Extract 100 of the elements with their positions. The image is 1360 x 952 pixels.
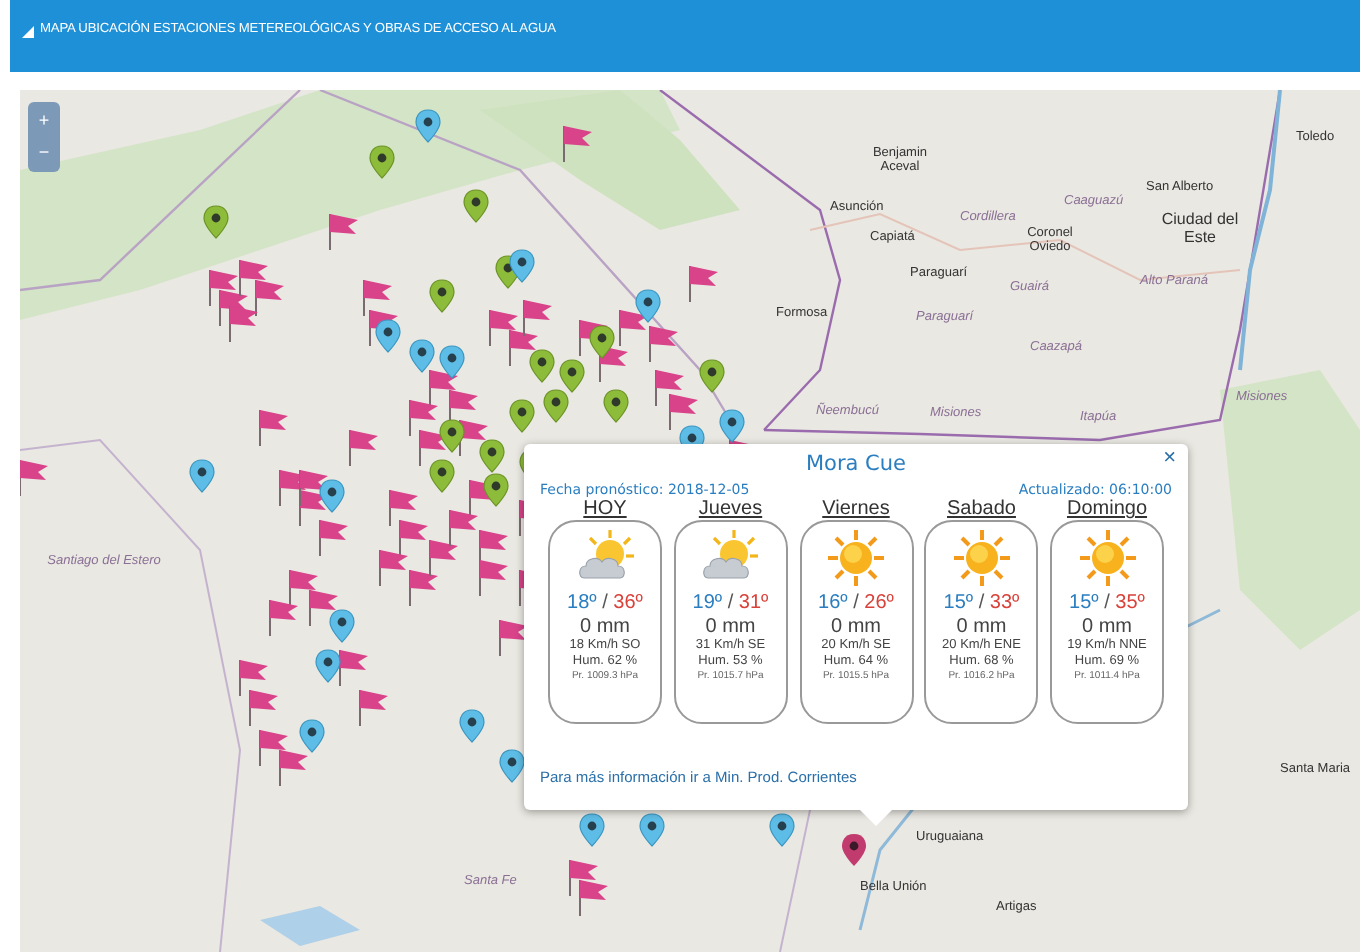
flag-marker-icon[interactable] [339, 649, 368, 687]
rainfall: 0 mm [1082, 616, 1132, 638]
flag-marker-icon[interactable] [363, 279, 392, 317]
map-pin-icon[interactable] [769, 813, 795, 847]
temperature-range: 16º / 26º [818, 592, 894, 614]
flag-marker-icon[interactable] [499, 619, 528, 657]
flag-marker-icon[interactable] [259, 729, 288, 767]
day-name: Domingo [1066, 498, 1148, 520]
flag-marker-icon[interactable] [359, 689, 388, 727]
map-pin-icon[interactable] [479, 439, 505, 473]
temperature-range: 15º / 35º [1069, 592, 1145, 614]
flag-marker-icon[interactable] [409, 399, 438, 437]
flag-marker-icon[interactable] [619, 309, 648, 347]
map-pin-icon[interactable] [459, 709, 485, 743]
map-pin-icon[interactable] [409, 339, 435, 373]
map-pin-icon[interactable] [483, 473, 509, 507]
flag-marker-icon[interactable] [489, 309, 518, 347]
flag-marker-icon[interactable] [523, 299, 552, 337]
flag-marker-icon[interactable] [329, 213, 358, 251]
day-name: Jueves [698, 498, 763, 520]
map-pin-icon[interactable] [639, 813, 665, 847]
lake [260, 906, 360, 946]
flag-marker-icon[interactable] [239, 659, 268, 697]
map-pin-icon[interactable] [439, 419, 465, 453]
rainfall: 0 mm [831, 616, 881, 638]
flag-marker-icon[interactable] [419, 429, 448, 467]
rainfall: 0 mm [580, 616, 630, 638]
flag-marker-icon[interactable] [229, 305, 258, 343]
map-pin-icon[interactable] [429, 459, 455, 493]
flag-marker-icon[interactable] [429, 539, 458, 577]
flag-marker-icon[interactable] [20, 459, 48, 497]
flag-marker-icon[interactable] [569, 859, 598, 897]
map-pin-icon[interactable] [369, 145, 395, 179]
map-pin-icon[interactable] [429, 279, 455, 313]
map-pin-icon[interactable] [579, 813, 605, 847]
flag-marker-icon[interactable] [689, 265, 718, 303]
flag-marker-icon[interactable] [379, 549, 408, 587]
place-label: Ciudad del Este [1159, 210, 1241, 246]
map-pin-icon[interactable] [439, 345, 465, 379]
map-pin-icon[interactable] [319, 479, 345, 513]
map-pin-icon[interactable] [603, 389, 629, 423]
station-name: Mora Cue [805, 452, 907, 476]
flag-marker-icon[interactable] [409, 569, 438, 607]
flag-marker-icon[interactable] [259, 409, 288, 447]
map-pin-icon[interactable] [375, 319, 401, 353]
flag-marker-icon[interactable] [655, 369, 684, 407]
flag-marker-icon[interactable] [279, 749, 308, 787]
flag-marker-icon[interactable] [219, 289, 248, 327]
day-name: HOY [583, 498, 627, 520]
collapse-icon[interactable] [22, 26, 34, 38]
flag-marker-icon[interactable] [255, 279, 284, 317]
map-pin-icon[interactable] [329, 609, 355, 643]
flag-marker-icon[interactable] [239, 259, 268, 297]
flag-marker-icon[interactable] [349, 429, 378, 467]
map-pin-icon[interactable] [589, 325, 615, 359]
flag-marker-icon[interactable] [299, 469, 328, 507]
map-pin-icon[interactable] [509, 249, 535, 283]
map-pin-icon[interactable] [499, 749, 525, 783]
map-pin-icon[interactable] [189, 459, 215, 493]
map-pin-icon[interactable] [299, 719, 325, 753]
flag-marker-icon[interactable] [289, 569, 318, 607]
temperature-range: 19º / 31º [692, 592, 769, 614]
map-pin-icon[interactable] [463, 189, 489, 223]
map-pin-icon[interactable] [842, 834, 866, 866]
flag-marker-icon[interactable] [429, 369, 458, 407]
flag-marker-icon[interactable] [309, 589, 338, 627]
day-name: Viernes [822, 498, 890, 520]
flag-marker-icon[interactable] [299, 489, 328, 527]
sun-icon [951, 528, 1012, 588]
rainfall: 0 mm [956, 616, 1007, 638]
map-pin-icon[interactable] [635, 289, 661, 323]
map-pin-icon[interactable] [543, 389, 569, 423]
day-name: Sabado [947, 498, 1016, 520]
temperature-range: 18º / 36º [567, 592, 643, 614]
temperature-range: 15º / 33º [943, 592, 1020, 614]
map-pin-icon[interactable] [719, 409, 745, 443]
flag-marker-icon[interactable] [579, 879, 608, 917]
flag-marker-icon[interactable] [269, 599, 298, 637]
map-pin-icon[interactable] [559, 359, 585, 393]
flag-marker-icon[interactable] [479, 559, 508, 597]
rainfall: 0 mm [705, 616, 756, 638]
flag-marker-icon[interactable] [389, 489, 418, 527]
flag-marker-icon[interactable] [319, 519, 348, 557]
map-pin-icon[interactable] [509, 399, 535, 433]
flag-marker-icon[interactable] [509, 329, 538, 367]
map-pin-icon[interactable] [203, 205, 229, 239]
flag-marker-icon[interactable] [449, 509, 478, 547]
close-button[interactable]: × [1163, 446, 1176, 470]
map-pin-icon[interactable] [315, 649, 341, 683]
sun-icon [826, 528, 886, 588]
flag-marker-icon[interactable] [209, 269, 238, 307]
map-pin-icon[interactable] [529, 349, 555, 383]
map-pin-icon[interactable] [415, 109, 441, 143]
flag-marker-icon[interactable] [649, 325, 678, 363]
flag-marker-icon[interactable] [563, 125, 592, 163]
flag-marker-icon[interactable] [249, 689, 278, 727]
map-pin-icon[interactable] [699, 359, 725, 393]
sun-icon [1077, 528, 1137, 588]
flag-marker-icon[interactable] [399, 519, 428, 557]
flag-marker-icon[interactable] [669, 393, 698, 431]
